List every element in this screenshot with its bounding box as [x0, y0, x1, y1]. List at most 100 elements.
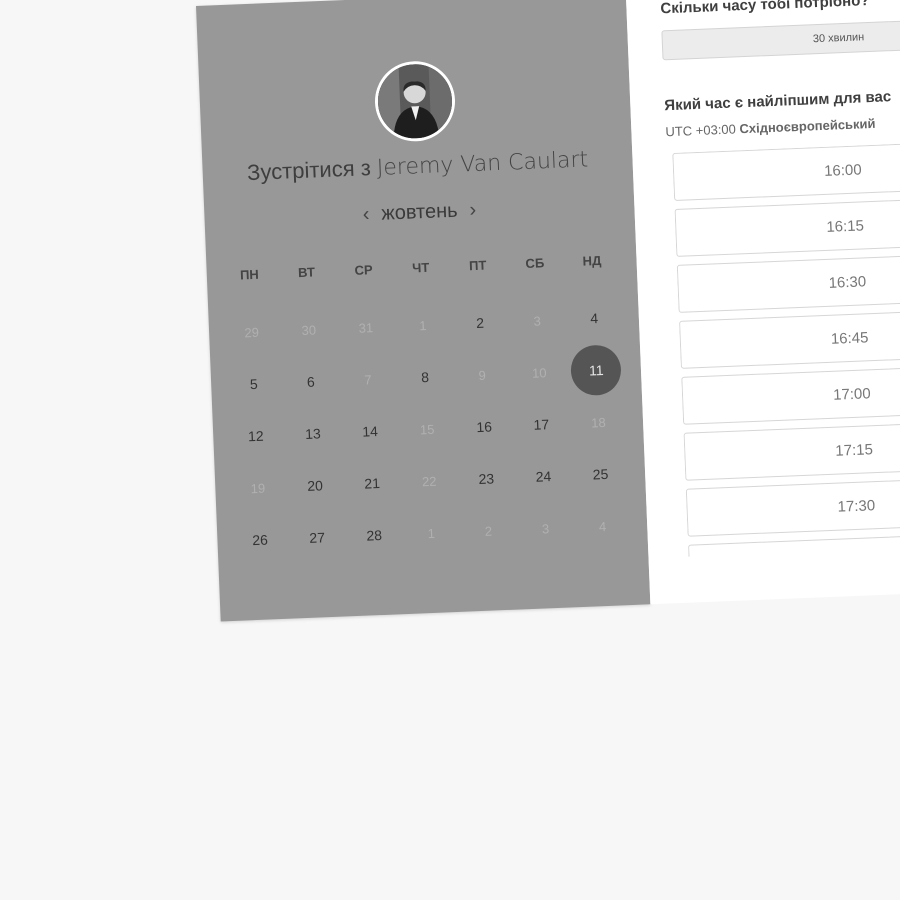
calendar-day[interactable]: 28	[345, 508, 404, 562]
calendar-day-label: 1	[427, 525, 436, 541]
calendar-day: 2	[459, 504, 518, 558]
meeting-title-prefix: Зустрітися з	[246, 155, 372, 186]
month-navigation: ‹ жовтень ›	[204, 193, 635, 233]
calendar-day: 1	[402, 506, 461, 560]
calendar-day: 4	[573, 499, 632, 553]
calendar-day[interactable]: 13	[283, 407, 342, 461]
calendar-days-grid: 29 30 31 1 2 3 4 5 6 7 8 9 10 11 12 13 14 15 16 17 18 19 20 21 2…	[222, 291, 632, 567]
calendar-day-label: 30	[301, 321, 317, 338]
calendar-day-label: 12	[247, 427, 264, 445]
calendar-day: 10	[510, 345, 569, 399]
calendar-day: 22	[400, 454, 459, 508]
calendar-day-label: 15	[419, 421, 435, 437]
scheduler-card: Зустрітися з Jeremy Van Caulart ‹ жовтен…	[196, 0, 900, 622]
calendar-day[interactable]: 14	[340, 404, 399, 458]
calendar-day-label: 19	[250, 480, 266, 496]
calendar-day: 15	[398, 402, 457, 456]
time-slot-list[interactable]: 16:00 16:15 16:30 16:45 17:00 17:15 17:30	[672, 139, 900, 557]
calendar-day[interactable]: 5	[224, 357, 283, 411]
timezone-offset: UTC +03:00	[665, 121, 737, 140]
calendar-day[interactable]: 23	[457, 452, 516, 506]
calendar-day-label: 3	[541, 520, 550, 537]
calendar-day-label: 2	[475, 314, 485, 332]
duration-question: Скільки часу тобі потрібно?	[660, 0, 870, 18]
calendar-day-label: 4	[598, 518, 607, 534]
time-slot-button[interactable]: 16:45	[679, 307, 900, 369]
calendar-day-selected[interactable]: 11	[567, 343, 626, 397]
calendar-day-label: 18	[590, 414, 606, 430]
weekday-label: НД	[582, 252, 602, 269]
calendar-day: 3	[508, 293, 567, 347]
weekday-label: ПТ	[468, 257, 487, 274]
calendar-day-label: 26	[251, 531, 269, 549]
calendar-day: 18	[569, 395, 628, 449]
calendar-day-label: 11	[570, 344, 623, 397]
calendar-day-label: 3	[533, 312, 542, 329]
calendar-day: 31	[336, 300, 395, 354]
calendar-day: 30	[279, 303, 338, 357]
calendar-day-label: 27	[309, 529, 326, 546]
calendar-day-label: 23	[478, 470, 495, 488]
calendar-day-label: 16	[476, 418, 493, 436]
calendar-day-label: 21	[364, 475, 381, 492]
calendar-day[interactable]: 25	[571, 447, 630, 501]
calendar-day-label: 17	[533, 416, 550, 433]
next-month-icon[interactable]: ›	[457, 198, 489, 222]
weekday-header: ПН ВТ СР ЧТ ПТ СБ НД	[221, 252, 621, 283]
calendar-day-label: 2	[484, 523, 493, 539]
time-question: Який час є найліпшим для вас	[664, 88, 892, 115]
calendar-day[interactable]: 12	[226, 409, 285, 463]
calendar-day-label: 6	[306, 373, 316, 390]
calendar-day-label: 7	[364, 371, 372, 388]
calendar-day-label: 14	[361, 423, 379, 440]
calendar-day[interactable]: 2	[450, 296, 509, 350]
time-slot-button[interactable]: 17:00	[681, 363, 900, 425]
timezone-label[interactable]: UTC +03:00 Східноєвропейський	[665, 116, 876, 139]
calendar-day-label: 24	[535, 468, 552, 485]
time-slot-button[interactable]: 17:30	[685, 475, 900, 537]
meeting-title: Зустрітися з Jeremy Van Caulart	[202, 145, 633, 188]
calendar-day: 1	[393, 298, 452, 352]
weekday-label: СР	[354, 262, 373, 278]
calendar-day: 9	[453, 348, 512, 402]
calendar-day[interactable]: 17	[512, 397, 571, 451]
timezone-name: Східноєвропейський	[739, 115, 876, 137]
calendar-day[interactable]: 20	[285, 458, 344, 512]
calendar-day-label: 22	[421, 473, 437, 489]
calendar-day-label: 29	[244, 324, 260, 340]
calendar-day-label: 31	[358, 319, 374, 336]
calendar-day[interactable]: 26	[230, 513, 289, 567]
calendar-day-label: 20	[306, 477, 324, 494]
calendar-day-label: 1	[419, 317, 427, 333]
calendar-day[interactable]: 27	[288, 510, 347, 564]
calendar-day[interactable]: 6	[281, 355, 340, 409]
calendar-day[interactable]: 24	[514, 449, 573, 503]
time-slot-button[interactable]: 16:15	[674, 195, 900, 257]
calendar-day-label: 5	[249, 375, 258, 393]
duration-value: 30 хвилин	[812, 31, 865, 46]
weekday-label: ПН	[239, 266, 260, 283]
prev-month-icon[interactable]: ‹	[350, 203, 382, 227]
calendar-day[interactable]: 4	[565, 291, 624, 345]
time-slot-button[interactable]: 17:15	[683, 419, 900, 481]
weekday-label: СБ	[525, 255, 545, 271]
month-label: жовтень	[380, 199, 458, 225]
time-selection-panel: Скільки часу тобі потрібно? 30 хвилин Як…	[625, 0, 900, 605]
calendar-day-label: 13	[304, 425, 322, 442]
time-slot-button[interactable]: 16:00	[672, 139, 900, 201]
duration-select[interactable]: 30 хвилин	[661, 17, 900, 61]
calendar-day-label: 28	[366, 526, 383, 544]
weekday-label: ВТ	[297, 264, 316, 281]
time-slot-button[interactable]: 16:30	[676, 251, 900, 313]
calendar-panel: Зустрітися з Jeremy Van Caulart ‹ жовтен…	[196, 0, 651, 622]
calendar-day-label: 9	[478, 367, 487, 383]
calendar-day[interactable]: 21	[343, 456, 402, 510]
calendar-day: 7	[338, 352, 397, 406]
calendar-day-label: 25	[592, 465, 609, 483]
calendar-day[interactable]: 8	[395, 350, 454, 404]
host-avatar	[373, 59, 457, 143]
calendar-day[interactable]: 16	[455, 400, 514, 454]
calendar-day: 19	[228, 461, 287, 515]
weekday-label: ЧТ	[411, 259, 430, 276]
calendar-day-label: 10	[531, 364, 547, 381]
